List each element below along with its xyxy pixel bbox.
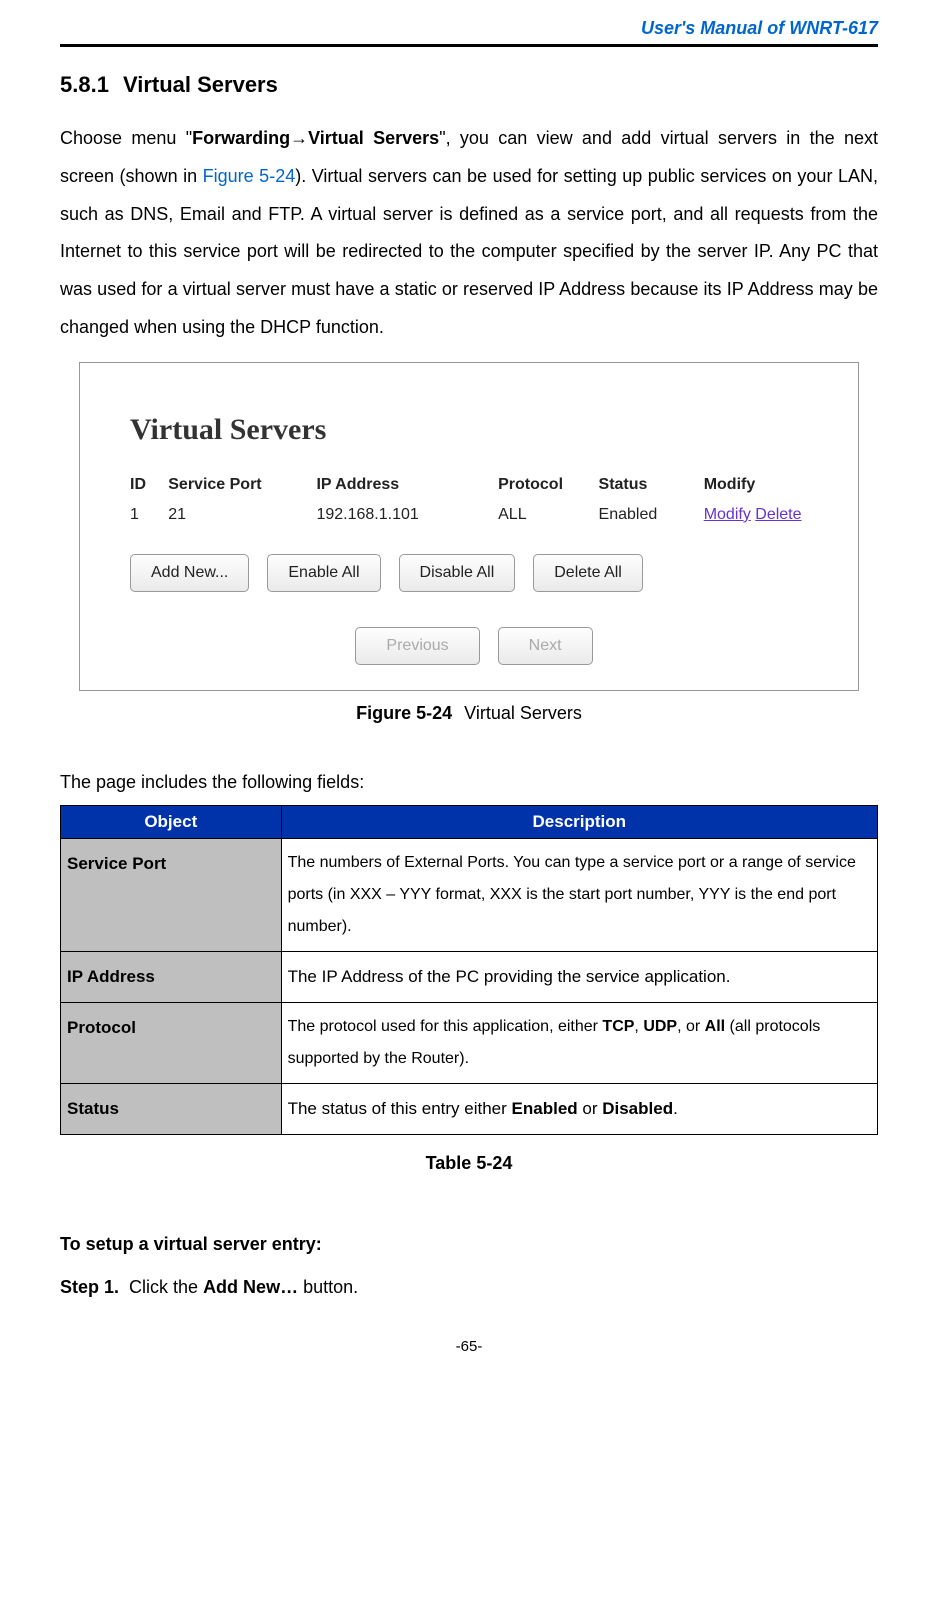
figure-caption: Figure 5-24 Virtual Servers <box>60 703 878 724</box>
table-row: 1 21 192.168.1.101 ALL Enabled Modify De… <box>120 506 828 554</box>
add-new-button[interactable]: Add New... <box>130 554 249 592</box>
section-number: 5.8.1 <box>60 72 109 97</box>
figure-link[interactable]: Figure 5-24 <box>203 166 296 186</box>
col-header-service-port: Service Port <box>168 476 316 494</box>
next-button: Next <box>498 627 593 665</box>
table-row: Status The status of this entry either E… <box>61 1083 878 1134</box>
cell-modify: Modify Delete <box>704 506 828 524</box>
delete-link[interactable]: Delete <box>755 506 801 523</box>
desc-cell: The numbers of External Ports. You can t… <box>281 838 877 951</box>
obj-cell: Service Port <box>61 838 282 951</box>
previous-button: Previous <box>355 627 479 665</box>
cell-id: 1 <box>130 506 168 524</box>
menu-path: Forwarding→Virtual Servers <box>192 128 439 148</box>
section-title: Virtual Servers <box>123 72 278 97</box>
disable-all-button[interactable]: Disable All <box>399 554 516 592</box>
figure-caption-text: Virtual Servers <box>464 703 582 723</box>
table-row: Protocol The protocol used for this appl… <box>61 1002 878 1083</box>
obj-cell: Protocol <box>61 1002 282 1083</box>
intro-paragraph: Choose menu "Forwarding→Virtual Servers"… <box>60 120 878 347</box>
figure-screenshot: Virtual Servers ID Service Port IP Addre… <box>79 362 859 691</box>
figure-caption-number: Figure 5-24 <box>356 703 452 723</box>
button-row: Add New... Enable All Disable All Delete… <box>130 554 828 592</box>
desc-cell: The IP Address of the PC providing the s… <box>281 951 877 1002</box>
col-header-id: ID <box>130 476 168 494</box>
modify-link[interactable]: Modify <box>704 506 751 523</box>
header-title: User's Manual of WNRT-617 <box>60 0 878 44</box>
enable-all-button[interactable]: Enable All <box>267 554 380 592</box>
object-description-table: Object Description Service Port The numb… <box>60 805 878 1135</box>
header-divider <box>60 44 878 47</box>
delete-all-button[interactable]: Delete All <box>533 554 643 592</box>
section-heading: 5.8.1 Virtual Servers <box>60 72 878 98</box>
step-1: Step 1.Click the Add New… button. <box>60 1277 878 1298</box>
cell-protocol: ALL <box>498 506 598 524</box>
col-header-status: Status <box>599 476 704 494</box>
page-number: -65- <box>60 1338 878 1380</box>
nav-button-row: Previous Next <box>120 627 828 665</box>
desc-cell: The protocol used for this application, … <box>281 1002 877 1083</box>
table-header-object: Object <box>61 805 282 838</box>
table-caption: Table 5-24 <box>60 1153 878 1174</box>
setup-heading: To setup a virtual server entry: <box>60 1234 878 1255</box>
col-header-modify: Modify <box>704 476 828 494</box>
table-row: IP Address The IP Address of the PC prov… <box>61 951 878 1002</box>
cell-status: Enabled <box>599 506 704 524</box>
screenshot-title: Virtual Servers <box>130 413 828 447</box>
table-header-row: ID Service Port IP Address Protocol Stat… <box>120 472 828 506</box>
cell-service-port: 21 <box>168 506 316 524</box>
step-label: Step 1. <box>60 1277 119 1297</box>
col-header-ip: IP Address <box>316 476 498 494</box>
col-header-protocol: Protocol <box>498 476 598 494</box>
table-row: Service Port The numbers of External Por… <box>61 838 878 951</box>
desc-cell: The status of this entry either Enabled … <box>281 1083 877 1134</box>
fields-intro: The page includes the following fields: <box>60 772 878 793</box>
table-header-description: Description <box>281 805 877 838</box>
obj-cell: Status <box>61 1083 282 1134</box>
cell-ip: 192.168.1.101 <box>316 506 498 524</box>
obj-cell: IP Address <box>61 951 282 1002</box>
